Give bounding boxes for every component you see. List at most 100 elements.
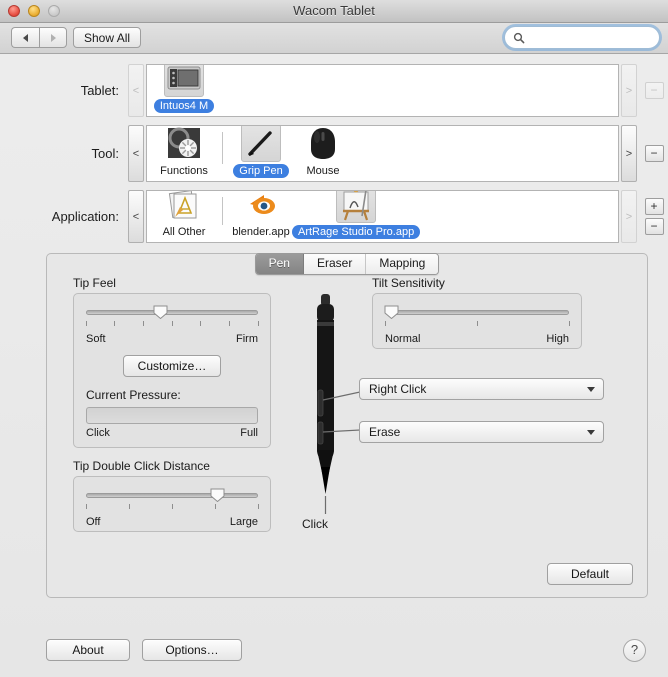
about-button[interactable]: About [46, 639, 130, 661]
mouse-icon [311, 128, 335, 159]
options-button[interactable]: Options… [142, 639, 242, 661]
tilt-sensitivity-max-label: High [546, 333, 569, 345]
stylus-pen-icon [317, 294, 398, 514]
slider-tick [214, 504, 216, 509]
strip-item-icon-tile [241, 191, 281, 223]
chevron-down-icon [587, 386, 595, 392]
default-button[interactable]: Default [547, 563, 633, 585]
tab-eraser[interactable]: Eraser [303, 254, 367, 274]
pen-side-button-upper-menu[interactable]: Right Click [359, 378, 604, 400]
current-pressure-bar [86, 407, 258, 424]
strip-item[interactable]: blender.app [230, 191, 292, 239]
tip-double-click-slider-ticks [85, 504, 259, 510]
navigation-button-group [11, 27, 67, 48]
strip-item-label: blender.app [232, 226, 290, 238]
customize-button[interactable]: Customize… [122, 355, 222, 377]
traffic-light-group [8, 5, 60, 17]
tip-feel-slider[interactable] [85, 304, 259, 330]
tip-double-click-scale: Off Large [86, 516, 258, 528]
show-all-button[interactable]: Show All [73, 27, 142, 48]
slider-tick [228, 321, 230, 326]
add-application-button[interactable]: + [644, 198, 664, 215]
strip-item[interactable]: Mouse [292, 126, 354, 178]
remove-tool-button[interactable]: − [644, 145, 664, 162]
row-side-buttons: − [640, 82, 668, 99]
scroll-prev-button[interactable]: < [128, 125, 144, 182]
current-pressure-label: Current Pressure: [86, 388, 181, 402]
tip-double-click-distance-body: Off Large [73, 476, 271, 532]
tip-feel-slider-thumb[interactable] [153, 305, 168, 320]
pen-side-button-lower-value: Erase [369, 425, 401, 439]
device-row: Tablet: < Intuos4 M > − [0, 64, 668, 117]
tab-bar: Pen Eraser Mapping [46, 253, 648, 275]
tilt-sensitivity-slider[interactable] [384, 304, 570, 330]
strip-item[interactable]: Grip Pen [230, 126, 292, 178]
scroll-next-button: > [621, 64, 637, 117]
device-row: Tool: < Functions Grip Pen Mouse > − [0, 125, 668, 182]
tablet-icon [167, 66, 201, 90]
search-field[interactable] [504, 26, 660, 49]
chevron-down-icon [587, 429, 595, 435]
remove-application-button[interactable]: − [644, 218, 664, 235]
scroll-prev-button[interactable]: < [128, 190, 144, 243]
close-button[interactable] [8, 5, 20, 17]
strip-item-icon-tile [303, 126, 343, 162]
search-input[interactable] [529, 30, 657, 45]
tip-feel-group: Tip Feel Soft Firm Customize… Current Pr… [73, 276, 271, 448]
tip-feel-slider-track[interactable] [86, 310, 258, 315]
minimize-button[interactable] [28, 5, 40, 17]
search-icon [513, 32, 525, 43]
strip-item[interactable]: All Other [153, 191, 215, 239]
all-other-icon [168, 191, 197, 219]
tilt-sensitivity-scale: Normal High [385, 333, 569, 345]
slider-tick [114, 321, 116, 326]
pen-side-button-lower-menu[interactable]: Erase [359, 421, 604, 443]
tilt-sensitivity-slider-track[interactable] [385, 310, 569, 315]
row-side-buttons: − [640, 145, 668, 162]
help-button[interactable]: ? [623, 639, 646, 662]
slider-tick [568, 321, 570, 326]
triangle-right-icon [50, 33, 56, 42]
pen-tip-click-label: Click [302, 517, 328, 531]
strip-item-icon-tile [164, 191, 204, 223]
strip-item[interactable]: Functions [153, 126, 215, 178]
tab-view: Pen Eraser Mapping Tip Feel Soft Firm Cu… [46, 253, 648, 598]
strip-item-label: Grip Pen [233, 164, 289, 178]
wacom-tablet-window: Wacom Tablet Show All Tablet: < Intuos4 M >… [0, 0, 668, 677]
strip-item-icon-tile [241, 126, 281, 162]
strip-item[interactable]: ArtRage Studio Pro.app [292, 191, 421, 239]
tip-feel-min-label: Soft [86, 333, 106, 345]
strip-divider [222, 132, 223, 164]
tip-double-click-max-label: Large [229, 516, 258, 528]
forward-button [39, 27, 67, 48]
strip-item-icon-tile [336, 191, 377, 223]
scroll-next-button[interactable]: > [621, 125, 637, 182]
slider-tick [142, 321, 144, 326]
blender-icon [250, 195, 275, 214]
tip-double-click-slider-thumb[interactable] [210, 488, 225, 503]
slider-tick [171, 504, 173, 509]
slider-tick [128, 504, 130, 509]
artrage-icon [343, 191, 370, 221]
strip-item[interactable]: Intuos4 M [153, 65, 215, 113]
triangle-left-icon [23, 33, 28, 42]
tip-feel-title: Tip Feel [73, 276, 116, 290]
tab-mapping[interactable]: Mapping [366, 254, 439, 274]
toolbar: Show All [0, 23, 668, 54]
slider-tick [257, 504, 259, 509]
current-pressure-scale: Click Full [86, 427, 258, 439]
tip-double-click-slider[interactable] [85, 487, 259, 513]
tip-double-click-slider-track[interactable] [86, 493, 258, 498]
functions-icon [168, 127, 200, 158]
pressure-max-label: Full [240, 427, 258, 439]
back-button[interactable] [11, 27, 39, 48]
zoom-button [48, 5, 60, 17]
slider-tick [85, 504, 87, 509]
tilt-sensitivity-group: Tilt Sensitivity Normal High [372, 276, 582, 349]
strip-item-icon-tile [164, 126, 204, 162]
slider-tick [257, 321, 259, 326]
strip-item-icon-tile [164, 65, 204, 97]
slider-tick [85, 321, 87, 326]
tab-pen[interactable]: Pen [255, 254, 304, 274]
device-row: Application: < All Other blender.app ArtRage… [0, 190, 668, 243]
